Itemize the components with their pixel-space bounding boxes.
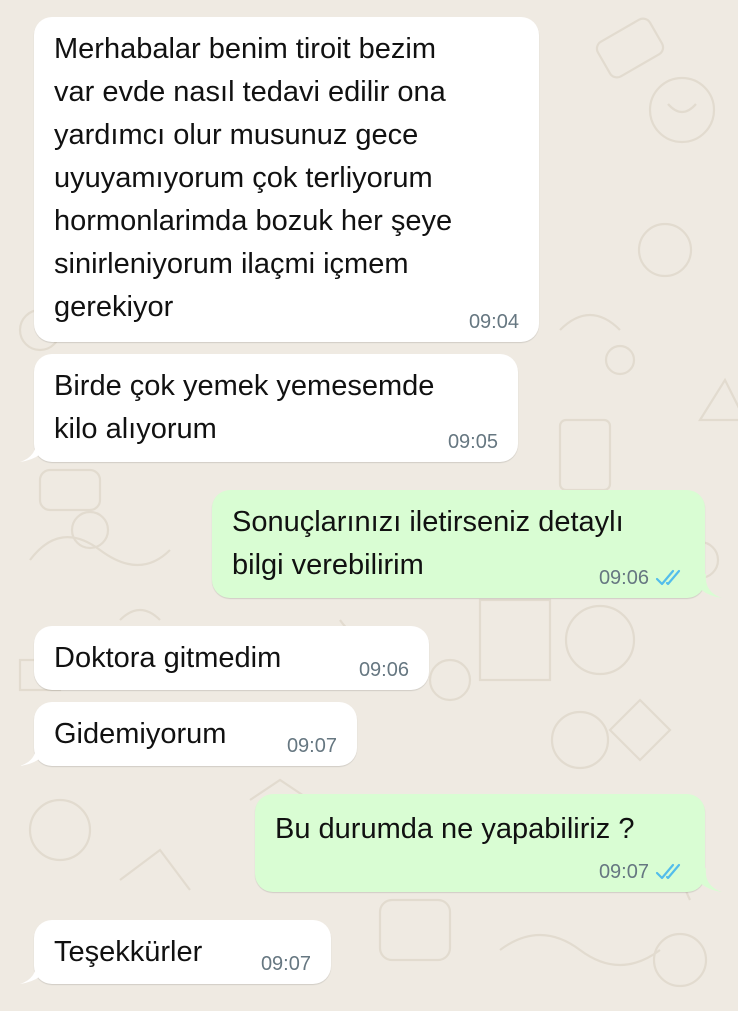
message-timestamp: 09:04 bbox=[468, 311, 519, 333]
double-check-read-icon bbox=[655, 569, 681, 586]
message-bubble-incoming[interactable]: Doktora gitmedim 09:06 bbox=[34, 626, 429, 690]
message-text: Bu durumda ne yapabiliriz ? bbox=[275, 813, 635, 845]
message-timestamp: 09:06 bbox=[598, 567, 649, 589]
message-text: Teşekkürler bbox=[54, 936, 203, 968]
message-meta: 09:04 bbox=[469, 310, 519, 334]
message-bubble-incoming[interactable]: Gidemiyorum 09:07 bbox=[34, 702, 357, 766]
message-meta: 09:07 bbox=[287, 734, 337, 758]
bubble-tail-incoming bbox=[20, 742, 50, 766]
bubble-tail-incoming bbox=[20, 960, 50, 984]
bubble-tail-outgoing bbox=[692, 868, 722, 892]
bubble-tail-incoming bbox=[20, 438, 50, 462]
message-meta: 09:05 bbox=[448, 430, 498, 454]
message-text: Gidemiyorum bbox=[54, 718, 227, 750]
message-bubble-outgoing[interactable]: Bu durumda ne yapabiliriz ? 09:07 bbox=[255, 794, 705, 892]
message-timestamp: 09:05 bbox=[447, 431, 498, 453]
message-meta: 09:07 bbox=[599, 860, 685, 884]
message-text: Doktora gitmedim bbox=[54, 642, 282, 674]
message-meta: 09:06 bbox=[599, 566, 685, 590]
message-meta: 09:06 bbox=[359, 658, 409, 682]
message-bubble-outgoing[interactable]: Sonuçlarınızı iletirseniz detaylı bilgi … bbox=[212, 490, 705, 598]
message-timestamp: 09:07 bbox=[260, 953, 311, 975]
message-bubble-incoming[interactable]: Teşekkürler 09:07 bbox=[34, 920, 331, 984]
message-text: Sonuçlarınızı iletirseniz detaylı bilgi … bbox=[232, 506, 624, 581]
message-bubble-incoming[interactable]: Merhabalar benim tiroit bezim var evde n… bbox=[34, 17, 539, 342]
message-meta: 09:07 bbox=[261, 952, 311, 976]
bubble-tail-outgoing bbox=[692, 574, 722, 598]
double-check-read-icon bbox=[655, 863, 681, 880]
message-timestamp: 09:06 bbox=[358, 659, 409, 681]
message-bubble-incoming[interactable]: Birde çok yemek yemesemde kilo alıyorum … bbox=[34, 354, 518, 462]
message-timestamp: 09:07 bbox=[286, 735, 337, 757]
message-text: Birde çok yemek yemesemde kilo alıyorum bbox=[54, 370, 435, 445]
message-timestamp: 09:07 bbox=[598, 861, 649, 883]
message-text: Merhabalar benim tiroit bezim var evde n… bbox=[54, 33, 453, 323]
